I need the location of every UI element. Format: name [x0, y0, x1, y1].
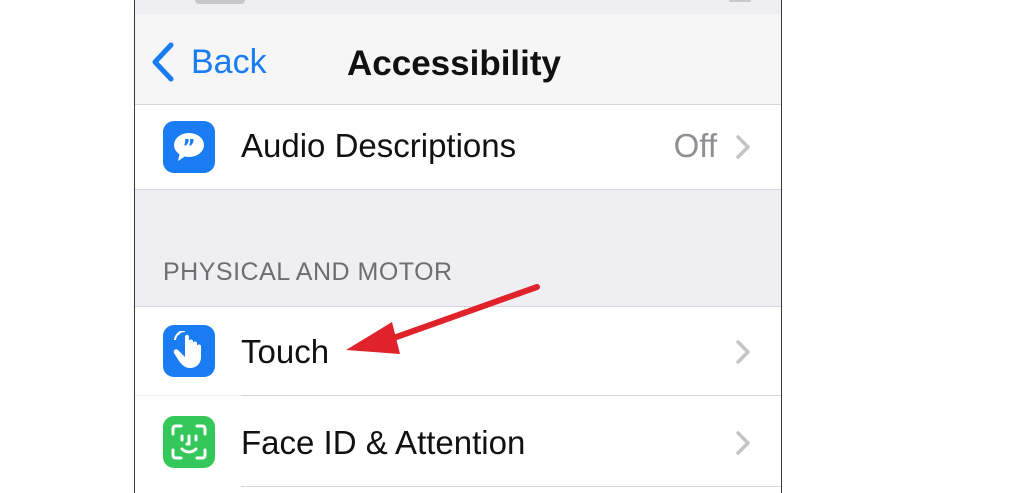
- row-label: Touch: [241, 333, 330, 370]
- phone-screen: Back Accessibility ” Audio Descriptions …: [134, 0, 782, 493]
- back-label: Back: [191, 43, 267, 81]
- section-header: PHYSICAL AND MOTOR: [163, 258, 453, 286]
- list-item-audio-descriptions[interactable]: ” Audio Descriptions Off: [135, 105, 781, 189]
- back-button[interactable]: Back: [149, 40, 267, 84]
- face-id-icon: [163, 416, 215, 468]
- divider: [135, 189, 781, 190]
- status-bar: [135, 0, 781, 14]
- status-time-fragment: [195, 0, 245, 4]
- chevron-right-icon: [736, 340, 750, 364]
- page-title: Accessibility: [347, 44, 561, 83]
- row-value: Off: [673, 127, 717, 164]
- speech-bubble-icon: ”: [163, 121, 215, 173]
- chevron-right-icon: [736, 135, 750, 159]
- divider: [241, 486, 781, 487]
- row-label: Face ID & Attention: [241, 424, 526, 461]
- list-item-face-id[interactable]: Face ID & Attention: [135, 396, 781, 493]
- chevron-right-icon: [736, 431, 750, 455]
- navigation-bar: Back Accessibility: [135, 14, 781, 105]
- row-label: Audio Descriptions: [241, 127, 517, 164]
- hand-pointer-icon: [163, 325, 215, 377]
- battery-icon: [729, 0, 751, 2]
- svg-text:”: ”: [182, 135, 195, 159]
- chevron-left-icon: [152, 42, 174, 82]
- list-item-touch[interactable]: Touch: [135, 307, 781, 395]
